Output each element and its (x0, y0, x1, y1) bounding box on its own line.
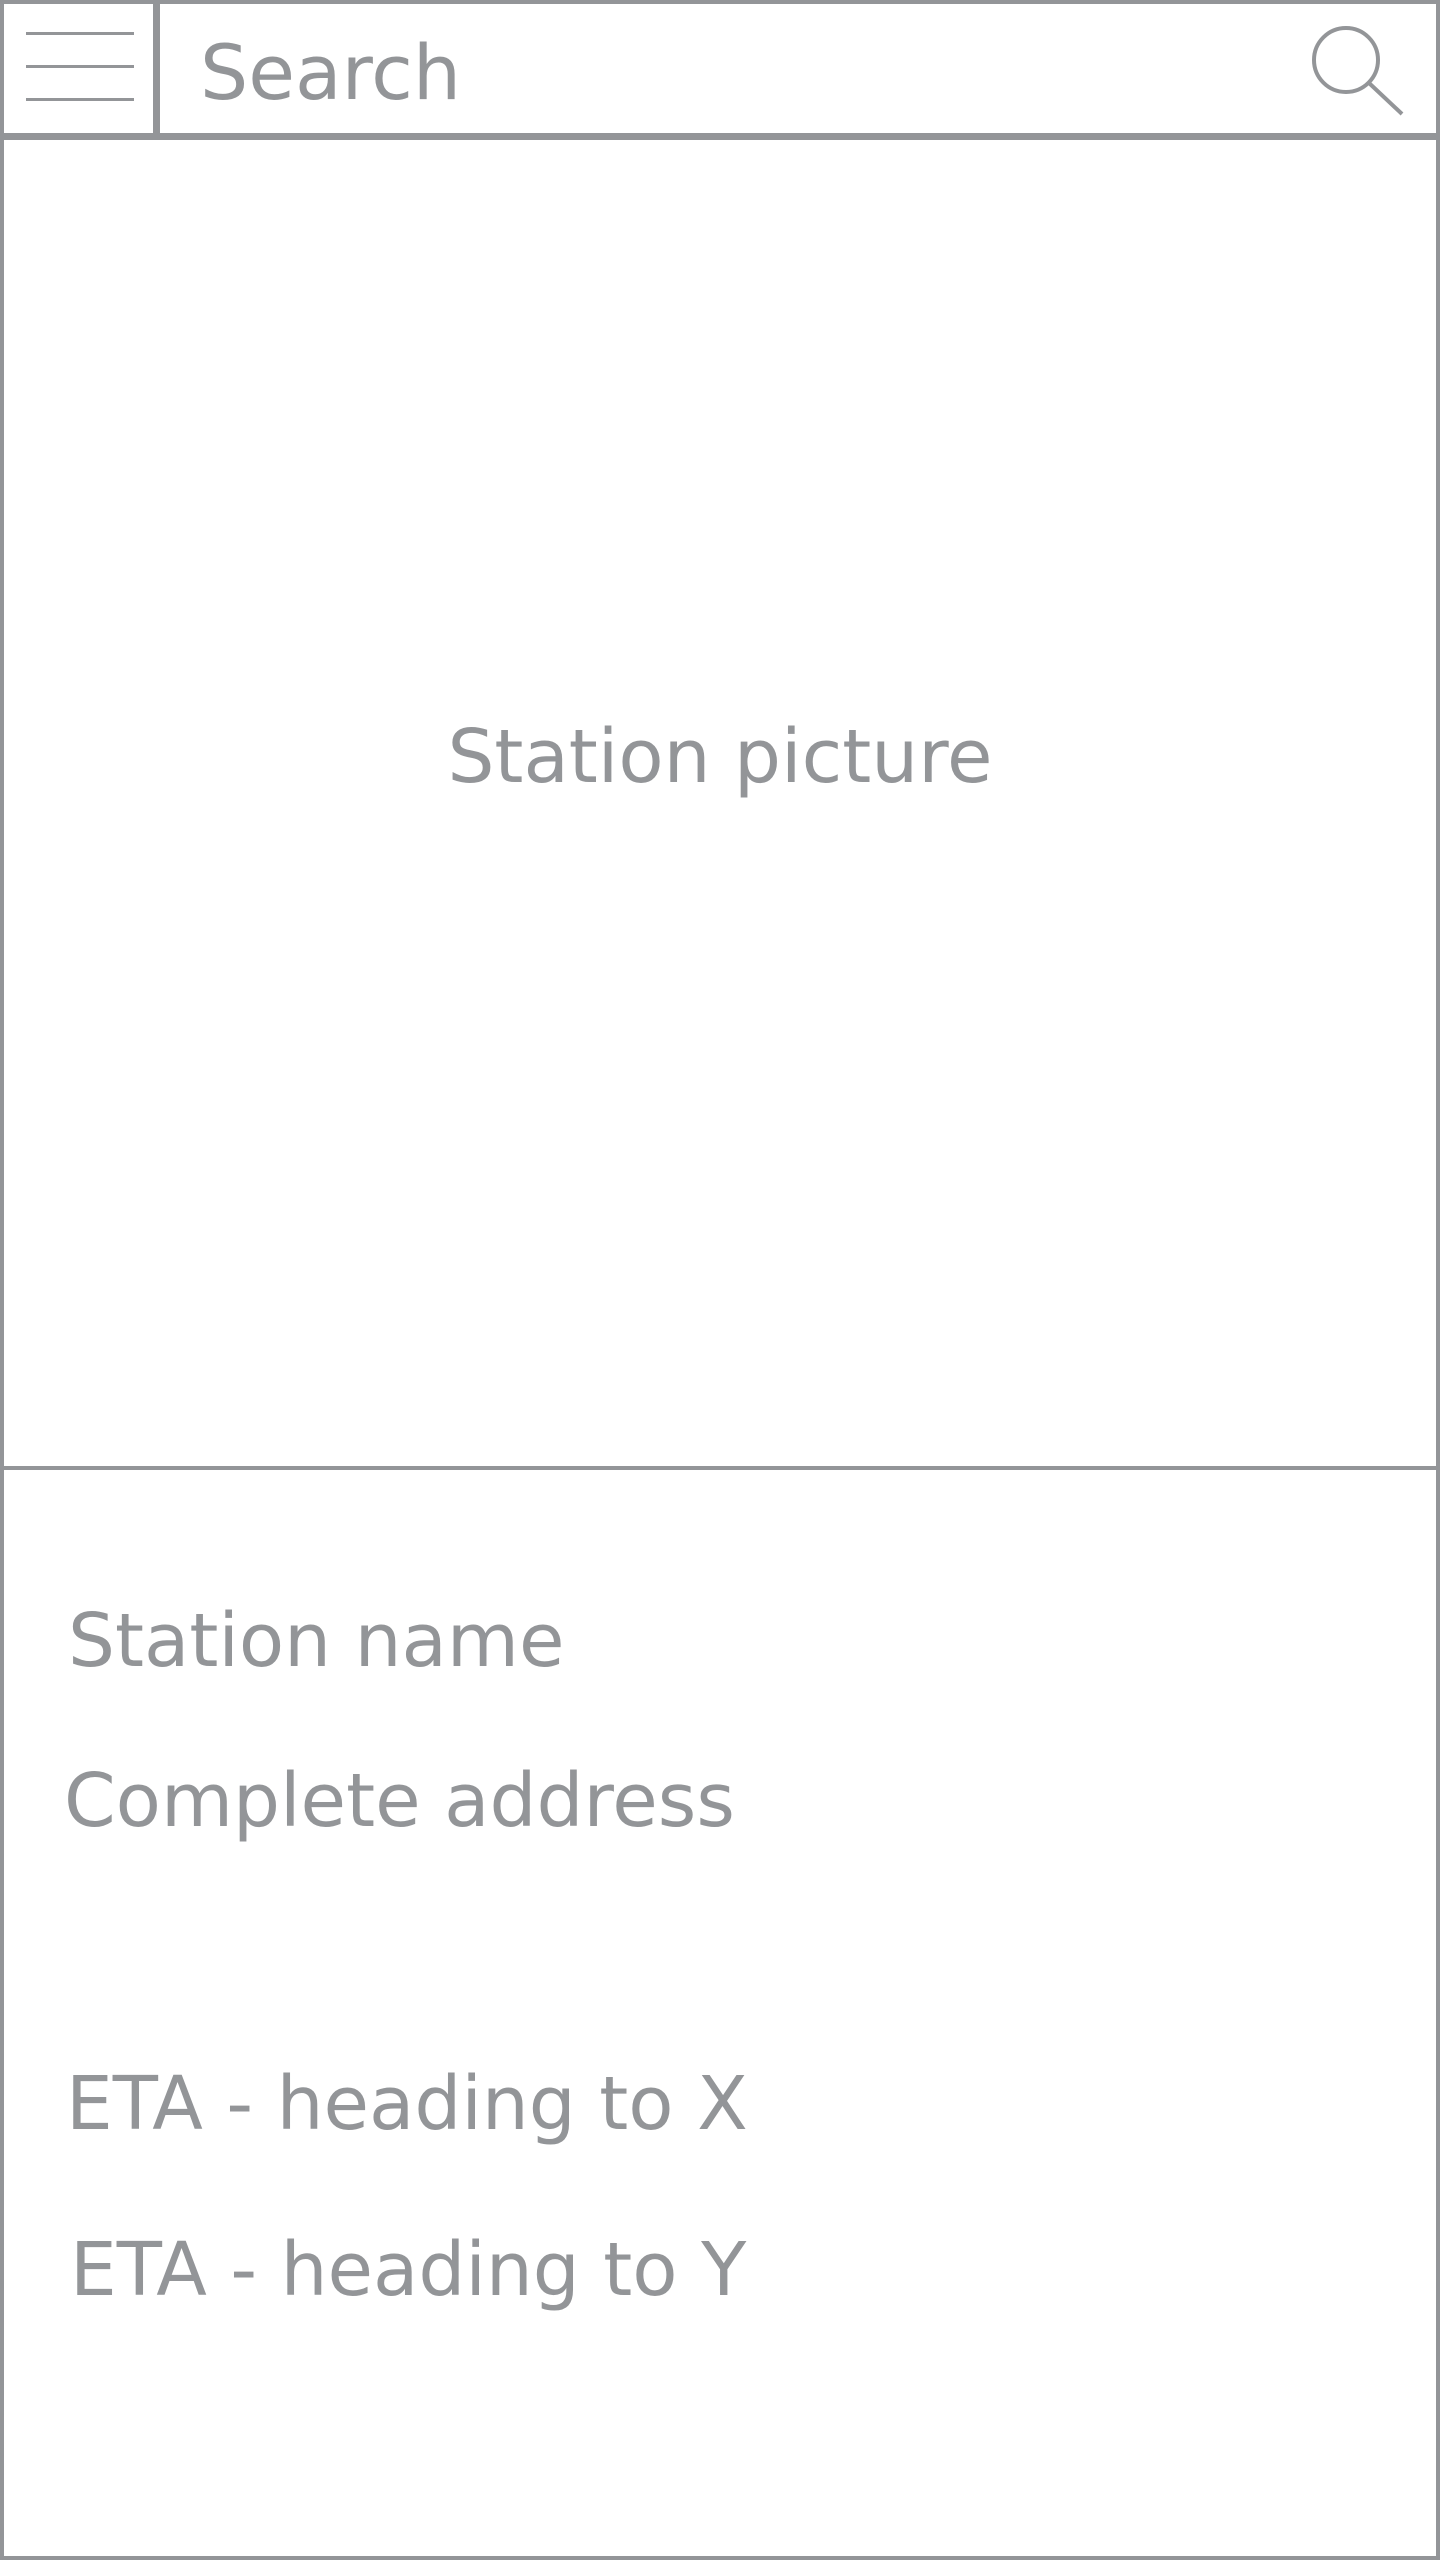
eta-heading-y: ETA - heading to Y (70, 2227, 747, 2313)
eta-heading-x: ETA - heading to X (66, 2061, 748, 2147)
station-address: Complete address (64, 1758, 735, 1844)
station-picture-label: Station picture (447, 714, 993, 800)
search-bar (0, 0, 1440, 140)
search-input[interactable] (200, 22, 1250, 122)
search-icon[interactable] (1304, 22, 1414, 122)
station-name: Station name (68, 1598, 565, 1684)
menu-button[interactable] (4, 4, 160, 137)
station-picture: Station picture (0, 140, 1440, 1470)
